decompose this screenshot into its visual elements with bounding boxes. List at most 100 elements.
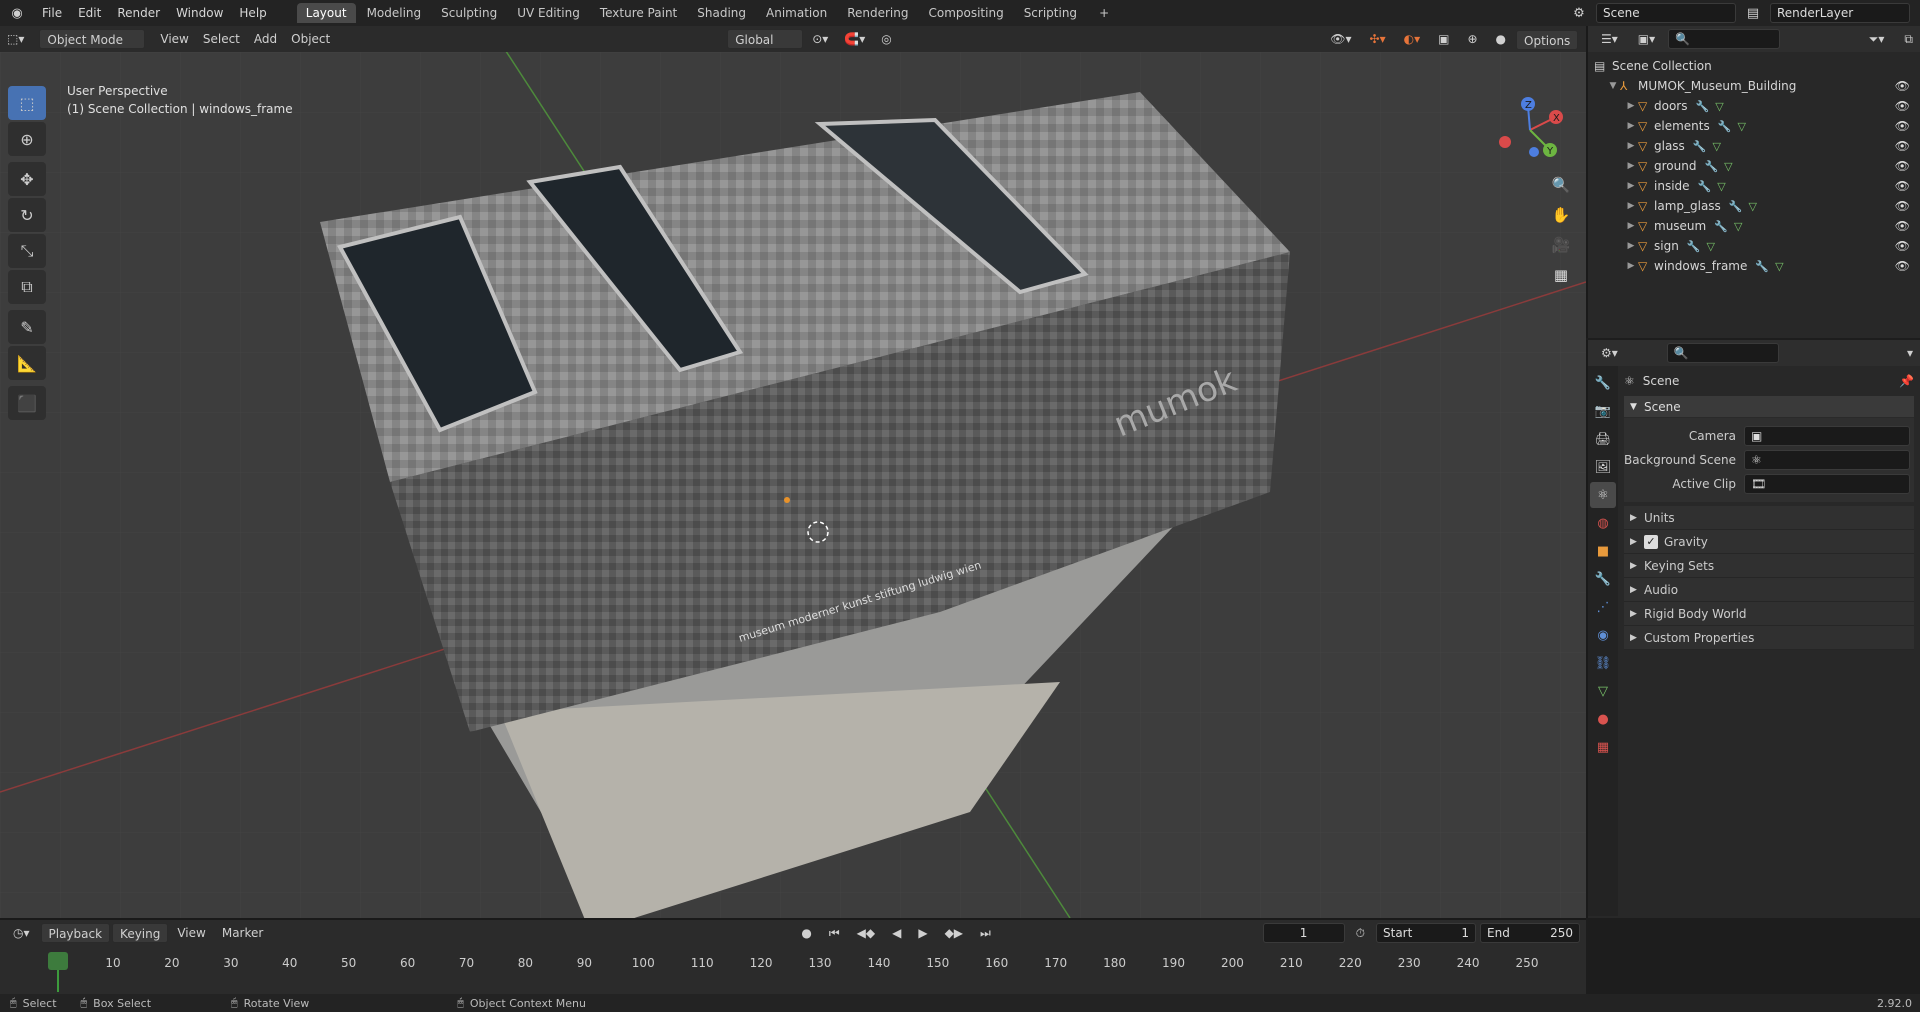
visibility-icon[interactable]: 👁▾ bbox=[1323, 29, 1358, 49]
modifier-icon[interactable]: 🔧 bbox=[1693, 140, 1707, 153]
display-mode-icon[interactable]: ▣▾ bbox=[1631, 29, 1662, 49]
gizmo-toggle-icon[interactable]: ✣▾ bbox=[1363, 29, 1393, 49]
add-cube-tool-icon[interactable]: ⬛ bbox=[8, 386, 46, 420]
subpanel-units[interactable]: ▶ Units bbox=[1624, 506, 1914, 530]
menu-render[interactable]: Render bbox=[109, 2, 168, 24]
viewport-menu-view[interactable]: View bbox=[153, 29, 195, 49]
constraints-tab-icon[interactable]: ⛓ bbox=[1590, 650, 1616, 676]
overlay-toggle-icon[interactable]: ◐▾ bbox=[1397, 29, 1428, 49]
scene-tab-icon[interactable]: ⚛ bbox=[1590, 482, 1616, 508]
eye-icon[interactable]: 👁 bbox=[1895, 79, 1910, 93]
expand-arrow-icon[interactable]: ▶ bbox=[1624, 221, 1638, 231]
modifier-icon[interactable]: 🔧 bbox=[1755, 260, 1769, 273]
object-tab-icon[interactable]: ■ bbox=[1590, 538, 1616, 564]
modifier-icon[interactable]: 🔧 bbox=[1729, 200, 1743, 213]
outliner-item-glass[interactable]: ▶ ▽ glass 🔧 ▽ 👁 bbox=[1588, 136, 1920, 156]
mesh-data-icon[interactable]: ▽ bbox=[1737, 120, 1745, 133]
expand-arrow-icon[interactable]: ▼ bbox=[1606, 81, 1620, 91]
orientation-dropdown[interactable]: Global bbox=[727, 29, 804, 49]
measure-tool-icon[interactable]: 📐 bbox=[8, 346, 46, 380]
tab-texture-paint[interactable]: Texture Paint bbox=[591, 3, 686, 23]
world-tab-icon[interactable]: ◍ bbox=[1590, 510, 1616, 536]
rotate-tool-icon[interactable]: ↻ bbox=[8, 198, 46, 232]
shading-wireframe-icon[interactable]: ⊕ bbox=[1460, 29, 1484, 49]
menu-help[interactable]: Help bbox=[231, 2, 274, 24]
cursor-tool-icon[interactable]: ⊕ bbox=[8, 122, 46, 156]
mesh-data-icon[interactable]: ▽ bbox=[1749, 200, 1757, 213]
move-tool-icon[interactable]: ✥ bbox=[8, 162, 46, 196]
modifier-icon[interactable]: 🔧 bbox=[1714, 220, 1728, 233]
proportional-edit-icon[interactable]: ◎ bbox=[874, 29, 898, 49]
expand-arrow-icon[interactable]: ▶ bbox=[1624, 141, 1638, 151]
tab-sculpting[interactable]: Sculpting bbox=[432, 3, 506, 23]
expand-arrow-icon[interactable]: ▶ bbox=[1624, 181, 1638, 191]
modifier-icon[interactable]: 🔧 bbox=[1687, 240, 1701, 253]
tab-layout[interactable]: Layout bbox=[296, 3, 356, 23]
view-layer-tab-icon[interactable]: 🖼 bbox=[1590, 454, 1616, 480]
menu-edit[interactable]: Edit bbox=[70, 2, 109, 24]
eye-icon[interactable]: 👁 bbox=[1895, 99, 1910, 113]
xray-icon[interactable]: ▣ bbox=[1431, 29, 1456, 49]
pin-icon[interactable]: 📌 bbox=[1899, 374, 1914, 388]
physics-tab-icon[interactable]: ◉ bbox=[1590, 622, 1616, 648]
mesh-data-icon[interactable]: ▽ bbox=[1713, 140, 1721, 153]
active-clip-field[interactable]: 🎞 bbox=[1744, 474, 1910, 494]
background-scene-field[interactable]: ⚛ bbox=[1744, 450, 1910, 470]
annotate-tool-icon[interactable]: ✎ bbox=[8, 310, 46, 344]
outliner-item-lamp_glass[interactable]: ▶ ▽ lamp_glass 🔧 ▽ 👁 bbox=[1588, 196, 1920, 216]
properties-options-icon[interactable]: ▾ bbox=[1900, 343, 1920, 363]
scene-icon[interactable]: ⚙ bbox=[1568, 3, 1590, 23]
eye-icon[interactable]: 👁 bbox=[1895, 199, 1910, 213]
expand-arrow-icon[interactable]: ▶ bbox=[1624, 241, 1638, 251]
mesh-data-icon[interactable]: ▽ bbox=[1717, 180, 1725, 193]
eye-icon[interactable]: 👁 bbox=[1895, 219, 1910, 233]
3d-viewport[interactable]: mumok museum moderner kunst stiftung lud… bbox=[0, 52, 1586, 918]
viewport-menu-object[interactable]: Object bbox=[284, 29, 337, 49]
viewport-menu-select[interactable]: Select bbox=[196, 29, 247, 49]
properties-editor-icon[interactable]: ⚙▾ bbox=[1594, 343, 1625, 363]
subpanel-keying-sets[interactable]: ▶ Keying Sets bbox=[1624, 554, 1914, 578]
render-tab-icon[interactable]: 📷 bbox=[1590, 398, 1616, 424]
eye-icon[interactable]: 👁 bbox=[1895, 159, 1910, 173]
eye-icon[interactable]: 👁 bbox=[1895, 239, 1910, 253]
subpanel-audio[interactable]: ▶ Audio bbox=[1624, 578, 1914, 602]
scene-collection-row[interactable]: ▤ Scene Collection bbox=[1588, 56, 1920, 76]
shading-solid-icon[interactable]: ● bbox=[1489, 29, 1513, 49]
scale-tool-icon[interactable]: ⤡ bbox=[8, 234, 46, 268]
outliner-item-elements[interactable]: ▶ ▽ elements 🔧 ▽ 👁 bbox=[1588, 116, 1920, 136]
mode-dropdown[interactable]: Object Mode bbox=[39, 29, 146, 49]
subpanel-rigid-body-world[interactable]: ▶ Rigid Body World bbox=[1624, 602, 1914, 626]
modifier-tab-icon[interactable]: 🔧 bbox=[1590, 566, 1616, 592]
menu-window[interactable]: Window bbox=[168, 2, 231, 24]
mesh-data-icon[interactable]: ▽ bbox=[1715, 100, 1723, 113]
pivot-icon[interactable]: ⊙▾ bbox=[805, 29, 835, 49]
expand-arrow-icon[interactable]: ▶ bbox=[1624, 261, 1638, 271]
tab-shading[interactable]: Shading bbox=[688, 3, 755, 23]
expand-arrow-icon[interactable]: ▶ bbox=[1624, 201, 1638, 211]
modifier-icon[interactable]: 🔧 bbox=[1696, 100, 1710, 113]
editor-type-button[interactable]: ⬚▾ bbox=[0, 29, 31, 49]
add-workspace-button[interactable]: + bbox=[1090, 3, 1118, 23]
options-dropdown[interactable]: Options bbox=[1516, 30, 1578, 50]
mesh-data-icon[interactable]: ▽ bbox=[1724, 160, 1732, 173]
mesh-data-icon[interactable]: ▽ bbox=[1775, 260, 1783, 273]
collection-row[interactable]: ▼ ⅄ MUMOK_Museum_Building 👁 bbox=[1588, 76, 1920, 96]
view-layer-icon[interactable]: ▤ bbox=[1742, 3, 1764, 23]
frame-ruler[interactable]: 1102030405060708090100110120130140150160… bbox=[0, 920, 1586, 996]
gravity-checkbox[interactable]: ✓ bbox=[1644, 534, 1658, 549]
zoom-icon[interactable]: 🔍 bbox=[1546, 170, 1576, 200]
tab-modeling[interactable]: Modeling bbox=[358, 3, 431, 23]
outliner-item-inside[interactable]: ▶ ▽ inside 🔧 ▽ 👁 bbox=[1588, 176, 1920, 196]
scene-selector[interactable]: Scene bbox=[1596, 3, 1736, 23]
particles-tab-icon[interactable]: ⋰ bbox=[1590, 594, 1616, 620]
modifier-icon[interactable]: 🔧 bbox=[1698, 180, 1712, 193]
tab-animation[interactable]: Animation bbox=[757, 3, 836, 23]
eye-icon[interactable]: 👁 bbox=[1895, 139, 1910, 153]
scene-panel-header[interactable]: ▼ Scene bbox=[1624, 396, 1914, 418]
eye-icon[interactable]: 👁 bbox=[1895, 259, 1910, 273]
subpanel-gravity[interactable]: ▶ ✓ Gravity bbox=[1624, 530, 1914, 554]
mesh-data-icon[interactable]: ▽ bbox=[1734, 220, 1742, 233]
outliner-editor-icon[interactable]: ☰▾ bbox=[1594, 29, 1625, 49]
mesh-data-icon[interactable]: ▽ bbox=[1707, 240, 1715, 253]
snap-icon[interactable]: 🧲▾ bbox=[837, 29, 872, 49]
